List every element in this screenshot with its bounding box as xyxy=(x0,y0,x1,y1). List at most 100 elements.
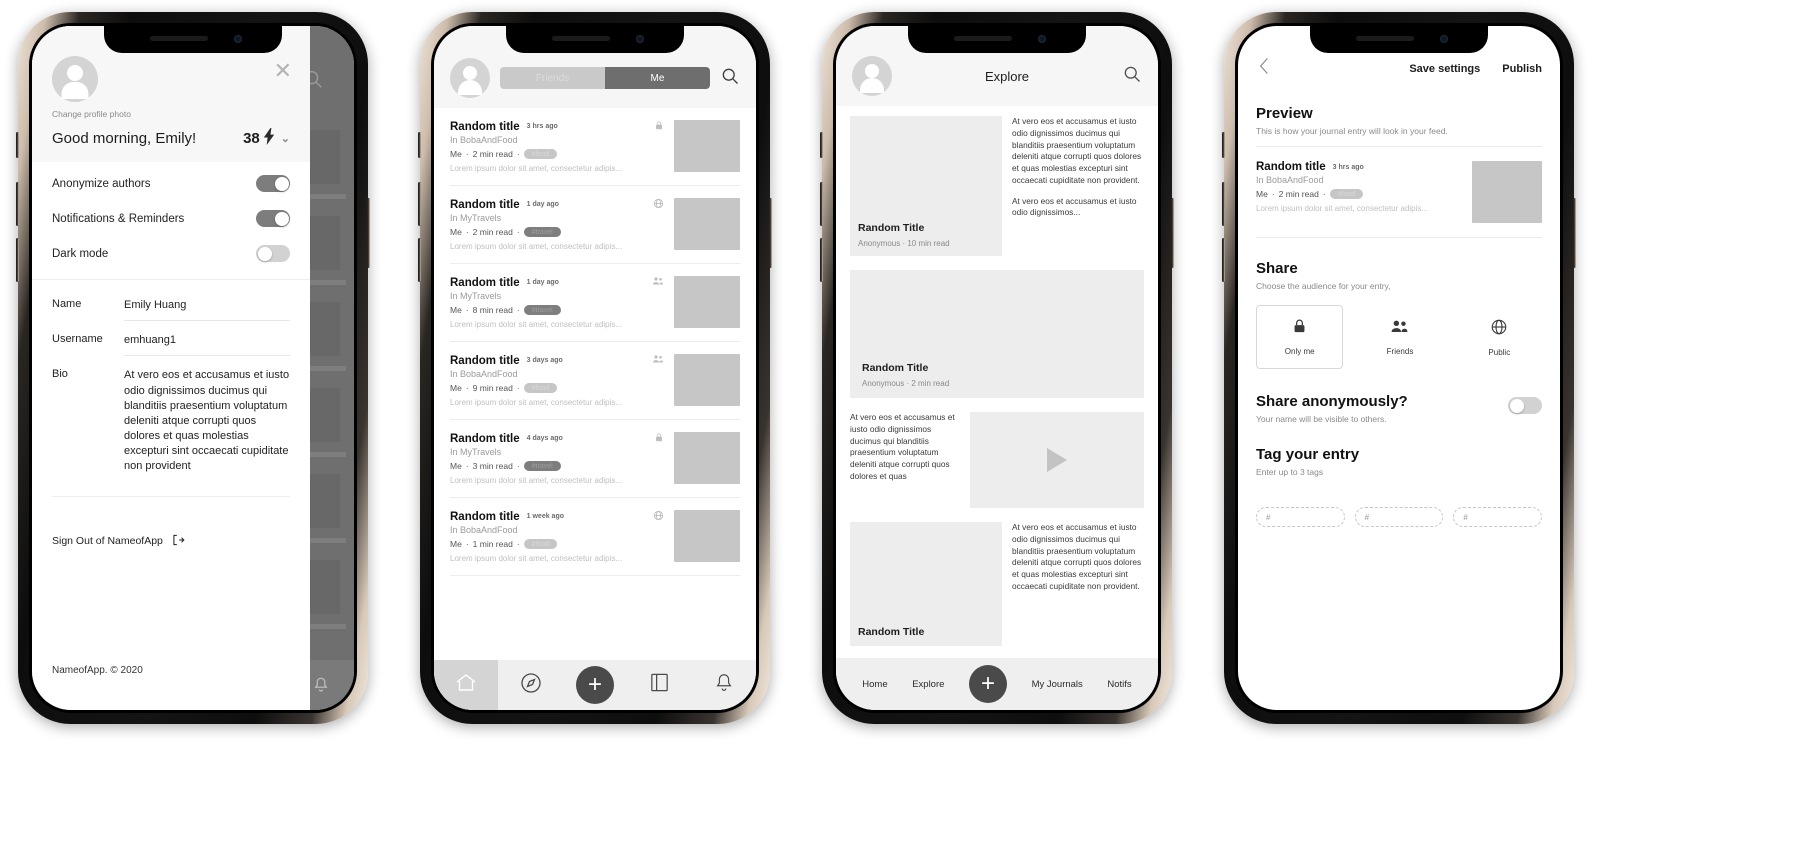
preview-heading: Preview xyxy=(1256,105,1313,122)
feed-item-thumbnail xyxy=(674,354,740,406)
tag-input-1[interactable]: # xyxy=(1256,507,1345,527)
feed-item-read-time: 3 min read xyxy=(472,461,513,471)
share-anonymously-row[interactable]: Share anonymously? Your name will be vis… xyxy=(1256,393,1542,424)
feed-item-journal: In BobaAndFood xyxy=(450,369,518,379)
preview-read-time: 2 min read xyxy=(1278,189,1319,199)
anonymous-subtext: Your name will be visible to others. xyxy=(1256,414,1387,424)
avatar[interactable] xyxy=(852,56,892,96)
profile-settings-sheet: ✕ Change profile photo Good morning, Emi… xyxy=(32,26,310,710)
video-thumbnail[interactable] xyxy=(970,412,1144,508)
feed-item[interactable]: Random title 1 week ago In BobaAndFood Me · 1… xyxy=(450,498,740,576)
nav-create[interactable]: + xyxy=(563,660,627,710)
toggle-row-dark-mode[interactable]: Dark mode xyxy=(52,236,290,271)
sign-out-label: Sign Out of NameofApp xyxy=(52,535,163,548)
card-image: Random Title Anonymous · 10 min read xyxy=(850,116,1002,256)
back-chevron-icon[interactable] xyxy=(1256,56,1272,81)
card-text: At vero eos et accusamus et iusto odio d… xyxy=(850,412,955,481)
feed-item-excerpt: Lorem ipsum dolor sit amet, consectetur … xyxy=(450,476,623,485)
globe-icon xyxy=(1490,318,1508,341)
publish-button[interactable]: Publish xyxy=(1502,63,1542,75)
feed-item-tag[interactable]: #food xyxy=(523,149,558,159)
nav-notifications[interactable] xyxy=(692,660,756,710)
toggle-row-notifications[interactable]: Notifications & Reminders xyxy=(52,201,290,236)
field-name[interactable]: Name Emily Huang xyxy=(52,286,290,322)
anonymize-authors-toggle[interactable] xyxy=(256,175,290,192)
tab-friends[interactable]: Friends xyxy=(500,67,605,89)
share-subtext: Choose the audience for your entry, xyxy=(1256,281,1391,291)
lock-icon xyxy=(654,120,664,133)
field-bio[interactable]: Bio At vero eos et accusamus et iusto od… xyxy=(52,356,290,481)
audience-option-only-me[interactable]: Only me xyxy=(1256,305,1344,369)
dark-mode-toggle[interactable] xyxy=(256,245,290,262)
feed-item[interactable]: Random title 1 day ago In MyTravels Me · 2 mi… xyxy=(450,186,740,264)
field-username[interactable]: Username emhuang1 xyxy=(52,321,290,357)
feed-item-author: Me xyxy=(450,383,462,393)
feed-item[interactable]: Random title 3 hrs ago In BobaAndFood Me · 2 … xyxy=(450,108,740,186)
toggle-label: Notifications & Reminders xyxy=(52,212,185,225)
share-anonymously-toggle[interactable] xyxy=(1508,397,1542,414)
streak-score[interactable]: 38 ⌄ xyxy=(243,128,290,148)
explore-card-wide[interactable]: Random Title Anonymous · 2 min read xyxy=(850,270,1144,398)
feed-item-tag[interactable]: #travel xyxy=(523,305,561,315)
feed-item-tag[interactable]: #travel xyxy=(523,227,561,237)
nav-explore[interactable] xyxy=(498,660,562,710)
feed-item-tag[interactable]: #food xyxy=(523,539,558,549)
tab-me[interactable]: Me xyxy=(605,67,710,89)
feed-item-time: 3 days ago xyxy=(526,357,563,364)
nav-notifications[interactable]: Notifs xyxy=(1107,679,1131,690)
feed-item[interactable]: Random title 1 day ago In MyTravels Me · 8 mi… xyxy=(450,264,740,342)
nav-my-journals[interactable] xyxy=(627,660,691,710)
explore-card[interactable]: Random Title At vero eos et accusamus et… xyxy=(850,522,1144,646)
name-field[interactable]: Emily Huang xyxy=(124,298,290,322)
sign-out-button[interactable]: Sign Out of NameofApp xyxy=(52,495,290,550)
phone-3-explore: Explore Random Title Anonymous · 10 min … xyxy=(820,12,1174,724)
avatar[interactable] xyxy=(450,58,490,98)
feed-item-excerpt: Lorem ipsum dolor sit amet, consectetur … xyxy=(450,554,623,563)
nav-explore[interactable]: Explore xyxy=(912,679,944,690)
preview-author: Me xyxy=(1256,189,1268,199)
feed-item-tag[interactable]: #food xyxy=(523,383,558,393)
audience-options: Only me Friends Public xyxy=(1256,305,1542,369)
explore-card-video[interactable]: At vero eos et accusamus et iusto odio d… xyxy=(850,412,1144,508)
nav-home[interactable] xyxy=(434,660,499,710)
globe-icon xyxy=(653,198,664,211)
share-heading: Share xyxy=(1256,260,1298,277)
feed-item-title: Random title xyxy=(450,198,520,211)
plus-icon[interactable]: + xyxy=(576,666,615,704)
tag-input-3[interactable]: # xyxy=(1453,507,1543,527)
close-icon[interactable]: ✕ xyxy=(274,60,292,82)
preview-thumbnail xyxy=(1472,161,1542,223)
feed-item-title: Random title xyxy=(450,354,520,367)
create-fab[interactable]: + xyxy=(969,665,1007,703)
feed-tabs: Friends Me xyxy=(500,67,710,89)
bio-field[interactable]: At vero eos et accusamus et iusto odio d… xyxy=(124,368,290,481)
play-icon[interactable] xyxy=(1047,448,1067,472)
search-icon[interactable] xyxy=(720,66,740,91)
username-field[interactable]: emhuang1 xyxy=(124,333,290,357)
audience-option-friends[interactable]: Friends xyxy=(1357,305,1442,369)
bell-icon xyxy=(713,672,735,699)
card-meta: Anonymous · 10 min read xyxy=(858,239,950,248)
notifications-toggle[interactable] xyxy=(256,210,290,227)
nav-my-journals[interactable]: My Journals xyxy=(1032,679,1083,690)
chevron-down-icon[interactable]: ⌄ xyxy=(281,132,290,145)
feed-item-tag[interactable]: #travel xyxy=(523,461,561,471)
explore-card[interactable]: Random Title Anonymous · 10 min read At … xyxy=(850,116,1144,256)
avatar[interactable] xyxy=(52,56,98,102)
feed-list: Random title 3 hrs ago In BobaAndFood Me · 2 … xyxy=(434,108,756,576)
nav-home[interactable]: Home xyxy=(862,679,887,690)
people-icon xyxy=(652,354,664,367)
preview-subtext: This is how your journal entry will look… xyxy=(1256,126,1448,136)
toggle-row-anonymize[interactable]: Anonymize authors xyxy=(52,166,290,201)
feed-item[interactable]: Random title 3 days ago In BobaAndFood Me · 9… xyxy=(450,342,740,420)
change-profile-photo-link[interactable]: Change profile photo xyxy=(52,109,290,119)
audience-option-public[interactable]: Public xyxy=(1457,305,1542,369)
feed-item-author: Me xyxy=(450,461,462,471)
tag-input-2[interactable]: # xyxy=(1354,507,1444,527)
feed-item[interactable]: Random title 4 days ago In MyTravels Me · 3 m… xyxy=(450,420,740,498)
preview-time: 3 hrs ago xyxy=(1332,163,1364,171)
explore-cards: Random Title Anonymous · 10 min read At … xyxy=(836,106,1158,710)
search-icon[interactable] xyxy=(1122,64,1142,89)
save-settings-button[interactable]: Save settings xyxy=(1409,63,1480,75)
feed-item-time: 1 day ago xyxy=(526,279,559,286)
